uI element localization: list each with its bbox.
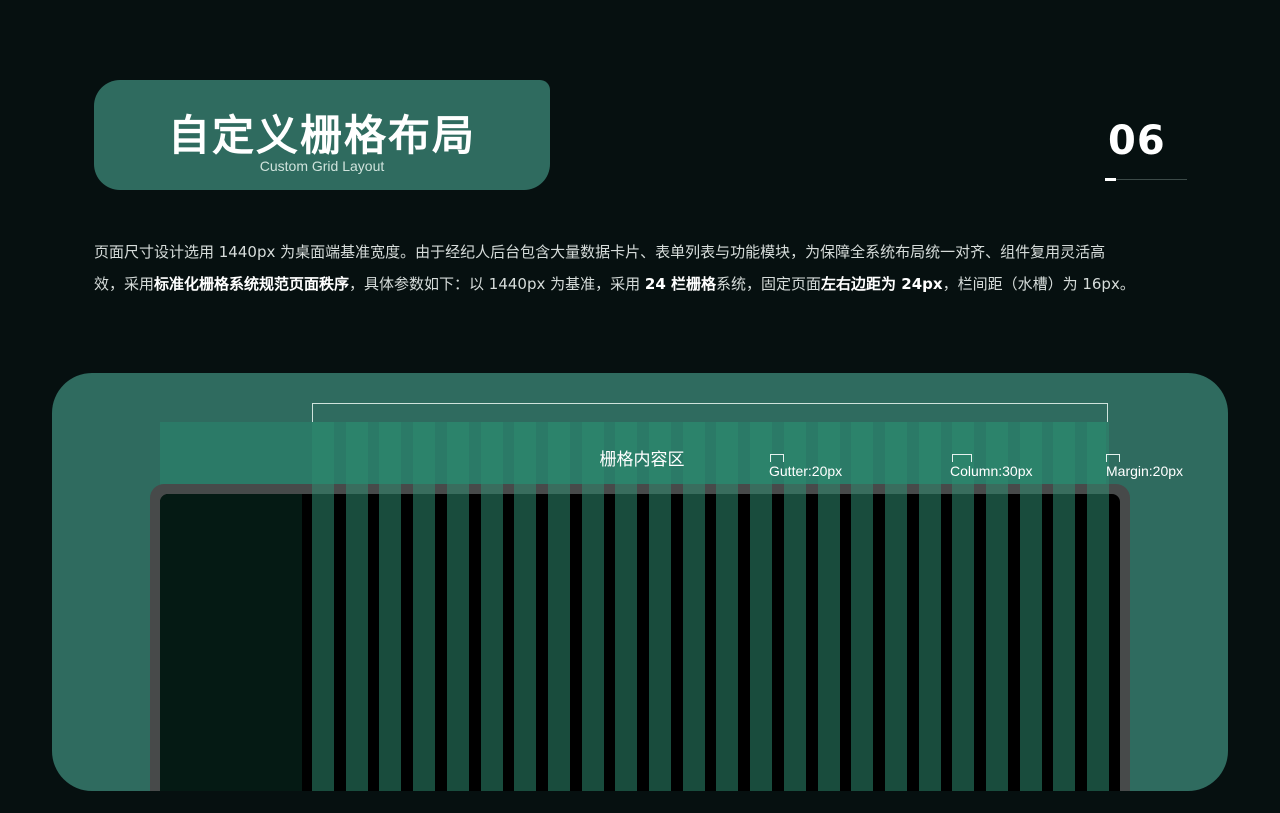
page-number: 06 (1108, 118, 1166, 164)
grid-column (480, 422, 503, 791)
grid-column (918, 422, 941, 791)
grid-column (615, 422, 638, 791)
grid-column (379, 422, 402, 791)
legend-gutter: Gutter:20px (769, 463, 843, 479)
content-area-label: 栅格内容区 (599, 450, 685, 470)
title-banner: 自定义栅格布局 Custom Grid Layout (94, 80, 550, 190)
intro-text: 系统，固定页面 (716, 275, 822, 293)
grid-column (547, 422, 570, 791)
grid-column (1053, 422, 1076, 791)
device-frame (150, 484, 1130, 791)
grid-column (446, 422, 469, 791)
page-number-underline (1105, 179, 1187, 180)
bracket-icon (952, 454, 972, 462)
grid-column (514, 422, 537, 791)
legend-column: Column:30px (950, 463, 1033, 479)
intro-paragraph: 页面尺寸设计选用 1440px 为桌面端基准宽度。由于经纪人后台包含大量数据卡片… (94, 236, 1184, 300)
content-area-bracket (312, 403, 1108, 422)
grid-diagram: 栅格内容区 Gutter:20px Column:30px Margin:20p… (52, 373, 1228, 791)
page-subtitle: Custom Grid Layout (259, 158, 385, 174)
intro-line-1: 页面尺寸设计选用 1440px 为桌面端基准宽度。由于经纪人后台包含大量数据卡片… (94, 243, 1106, 261)
page-number-accent (1105, 178, 1116, 181)
grid-column (345, 422, 368, 791)
intro-highlight: 24 栏栅格 (644, 275, 717, 293)
grid-column (649, 422, 671, 791)
screen-sidebar (160, 494, 302, 791)
intro-highlight: 标准化栅格系统规范页面秩序 (154, 275, 350, 293)
grid-column (851, 422, 874, 791)
intro-text: ，具体参数如下：以 1440px 为基准，采用 (349, 275, 645, 293)
page-title: 自定义栅格布局 (167, 111, 476, 160)
intro-text: 效，采用 (94, 275, 155, 293)
intro-line-2: 效，采用标准化栅格系统规范页面秩序，具体参数如下：以 1440px 为基准，采用… (94, 268, 1184, 300)
legend-margin: Margin:20px (1106, 463, 1184, 479)
intro-highlight: 左右边距为 24px (821, 275, 943, 293)
bracket-icon (770, 454, 784, 462)
intro-text: ，栏间距（水槽）为 16px。 (942, 275, 1135, 293)
device-screen (160, 494, 1120, 791)
grid-column (682, 422, 705, 791)
grid-column (884, 422, 907, 791)
grid-column (413, 422, 436, 791)
grid-column (581, 422, 604, 791)
bracket-icon (1106, 454, 1120, 462)
grid-column (312, 422, 334, 791)
grid-column (716, 422, 739, 791)
